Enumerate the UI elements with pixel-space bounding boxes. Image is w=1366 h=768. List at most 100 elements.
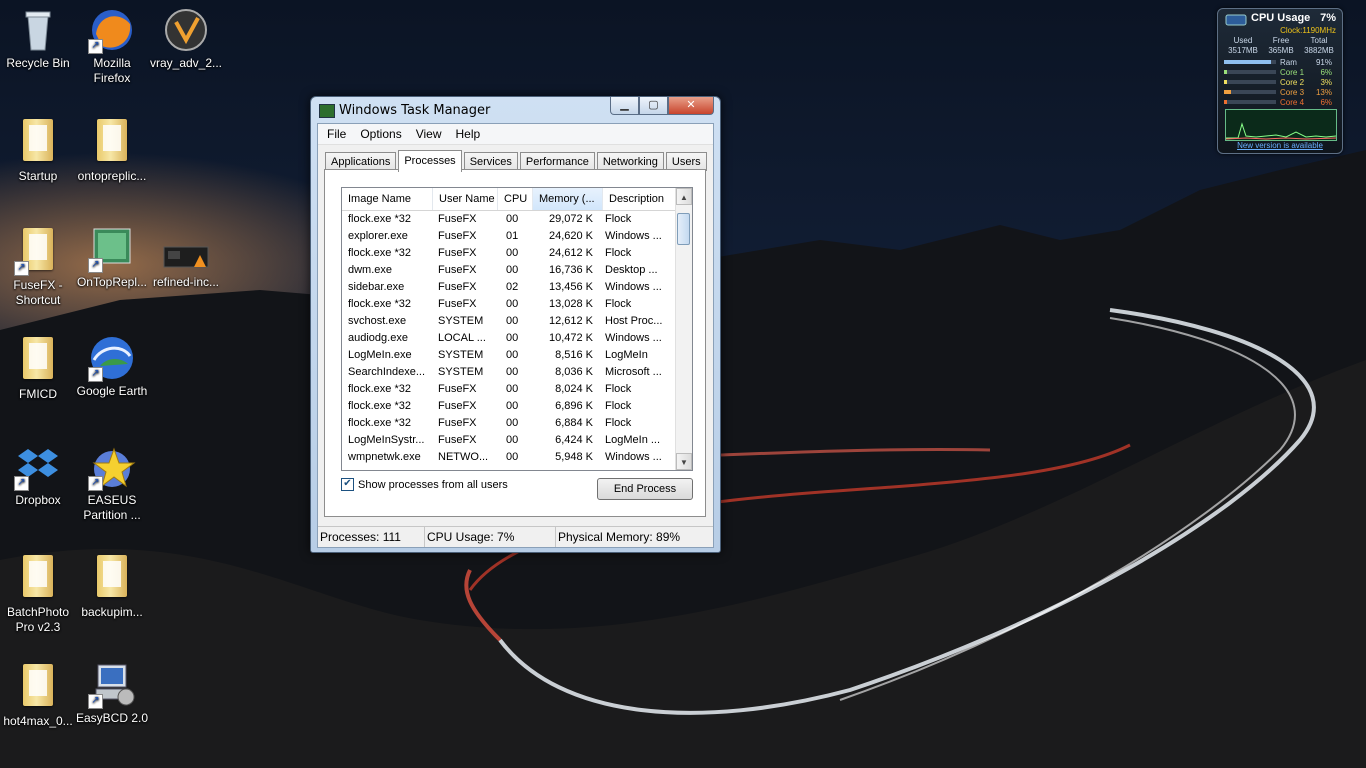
process-cell: wmpnetwk.exe (348, 451, 421, 463)
desktop-icon-backupim[interactable]: backupim... (74, 552, 150, 620)
end-process-button[interactable]: End Process (597, 478, 693, 500)
column-image-name[interactable]: Image Name (342, 188, 433, 210)
process-row[interactable]: flock.exe *32 FuseFX 00 8,024 K Flock (342, 381, 692, 398)
process-row[interactable]: explorer.exe FuseFX 01 24,620 K Windows ... (342, 228, 692, 245)
image-file-icon (162, 225, 210, 273)
desktop-icon-easeus[interactable]: ↗ EASEUS Partition ... (74, 443, 150, 523)
scroll-up-arrow-icon[interactable]: ▲ (676, 188, 692, 205)
desktop-icon-fusefx-shortcut[interactable]: ↗ FuseFX - Shortcut (0, 225, 76, 308)
menu-help[interactable]: Help (449, 124, 488, 144)
desktop-icon-google-earth[interactable]: ↗ Google Earth (74, 334, 150, 399)
vertical-scrollbar[interactable]: ▲ ▼ (675, 188, 692, 470)
meter-fill (1224, 60, 1271, 64)
cpu-usage-gadget[interactable]: CPU Usage 7% Clock:1190MHz Used Free Tot… (1217, 8, 1343, 154)
desktop-icon-ontopreplic[interactable]: ontopreplic... (74, 116, 150, 184)
dropbox-icon: ↗ (14, 443, 62, 491)
minimize-button[interactable]: ▁ (610, 97, 639, 115)
menu-options[interactable]: Options (353, 124, 408, 144)
checkbox-check-icon[interactable]: ✔ (341, 478, 354, 491)
new-version-link[interactable]: New version is available (1218, 141, 1342, 150)
process-cell: FuseFX (438, 281, 477, 293)
folder-shortcut-icon: ↗ (14, 228, 62, 276)
menu-file[interactable]: File (320, 124, 353, 144)
process-row[interactable]: SearchIndexe... SYSTEM 00 8,036 K Microsoft … (342, 364, 692, 381)
process-cell: FuseFX (438, 247, 477, 259)
process-cell: 00 (506, 366, 519, 378)
process-row[interactable]: flock.exe *32 FuseFX 00 13,028 K Flock (342, 296, 692, 313)
desktop-icon-fmicd[interactable]: FMICD (0, 334, 76, 402)
column-cpu[interactable]: CPU (498, 188, 533, 210)
meter-row: Core 2 3% (1224, 77, 1336, 87)
meter-fill (1224, 90, 1231, 94)
desktop-icon-label: backupim... (81, 605, 143, 619)
process-cell: FuseFX (438, 213, 477, 225)
process-cell: LOCAL ... (438, 332, 486, 344)
tab-processes[interactable]: Processes (398, 150, 462, 172)
menu-view[interactable]: View (409, 124, 449, 144)
process-cell: 02 (506, 281, 519, 293)
process-cell: LogMeInSystr... (348, 434, 425, 446)
desktop-icon-easybcd[interactable]: ↗ EasyBCD 2.0 (74, 661, 150, 726)
column-memory[interactable]: Memory (... (533, 188, 603, 210)
title-bar[interactable]: Windows Task Manager ▁ ▢ ✕ (311, 97, 720, 123)
process-cell: SearchIndexe... (348, 366, 426, 378)
mem-value-used: 3517MB (1228, 46, 1258, 55)
meter-value: 6% (1320, 97, 1332, 107)
process-row[interactable]: audiodg.exe LOCAL ... 00 10,472 K Windows ..… (342, 330, 692, 347)
process-row[interactable]: wmpnetwk.exe NETWO... 00 5,948 K Windows ... (342, 449, 692, 466)
desktop-icon-recycle-bin[interactable]: Recycle Bin (0, 6, 76, 71)
process-cell: FuseFX (438, 400, 477, 412)
scroll-thumb[interactable] (677, 213, 690, 245)
desktop-icon-label: hot4max_0... (3, 714, 73, 728)
close-button[interactable]: ✕ (668, 97, 714, 115)
desktop-icon-vray[interactable]: vray_adv_2... (148, 6, 224, 71)
folder-icon (14, 337, 62, 385)
process-cell: 6,896 K (555, 400, 593, 412)
process-row[interactable]: svchost.exe SYSTEM 00 12,612 K Host Proc... (342, 313, 692, 330)
process-cell: Windows ... (605, 281, 662, 293)
process-cell: LogMeIn ... (605, 434, 661, 446)
cpu-history-graph (1225, 109, 1337, 141)
desktop-icon-label: BatchPhoto Pro v2.3 (6, 605, 70, 634)
process-row[interactable]: sidebar.exe FuseFX 02 13,456 K Windows ... (342, 279, 692, 296)
process-row[interactable]: LogMeIn.exe SYSTEM 00 8,516 K LogMeIn (342, 347, 692, 364)
gadget-cpu-percent: 7% (1320, 12, 1336, 24)
process-cell: Flock (605, 213, 632, 225)
process-row[interactable]: LogMeInSystr... FuseFX 00 6,424 K LogMeIn ..… (342, 432, 692, 449)
scroll-down-arrow-icon[interactable]: ▼ (676, 453, 692, 470)
process-cell: flock.exe *32 (348, 400, 411, 412)
process-cell: 00 (506, 417, 519, 429)
vray-icon (162, 6, 210, 54)
process-cell: LogMeIn (605, 349, 648, 361)
maximize-button[interactable]: ▢ (639, 97, 668, 115)
mem-value-total: 3882MB (1304, 46, 1334, 55)
process-cell: 00 (506, 264, 519, 276)
desktop-icon-firefox[interactable]: ↗ Mozilla Firefox (74, 6, 150, 86)
process-list[interactable]: Image Name User Name CPU Memory (... Des… (341, 187, 693, 471)
meter-row: Core 4 6% (1224, 97, 1336, 107)
process-row[interactable]: flock.exe *32 FuseFX 00 29,072 K Flock (342, 211, 692, 228)
task-manager-window[interactable]: Windows Task Manager ▁ ▢ ✕ File Options … (310, 96, 721, 553)
folder-icon (88, 119, 136, 167)
process-cell: Flock (605, 383, 632, 395)
folder-icon (88, 555, 136, 603)
process-row[interactable]: dwm.exe FuseFX 00 16,736 K Desktop ... (342, 262, 692, 279)
process-row[interactable]: flock.exe *32 FuseFX 00 24,612 K Flock (342, 245, 692, 262)
process-cell: 00 (506, 247, 519, 259)
desktop-icon-batchphoto[interactable]: BatchPhoto Pro v2.3 (0, 552, 76, 635)
column-description[interactable]: Description (603, 188, 680, 210)
show-all-users-checkbox[interactable]: ✔ Show processes from all users (341, 478, 508, 491)
desktop-icon-hot4max[interactable]: hot4max_0... (0, 661, 76, 729)
desktop-icon-label: Dropbox (15, 493, 61, 507)
process-cell: 00 (506, 451, 519, 463)
desktop-icon-startup[interactable]: Startup (0, 116, 76, 184)
column-user-name[interactable]: User Name (433, 188, 498, 210)
desktop-icon-refined-inc[interactable]: refined-inc... (148, 225, 224, 290)
process-row[interactable]: flock.exe *32 FuseFX 00 6,884 K Flock (342, 415, 692, 432)
meter-label: Core 3 (1280, 87, 1305, 97)
process-cell: 8,024 K (555, 383, 593, 395)
process-row[interactable]: flock.exe *32 FuseFX 00 6,896 K Flock (342, 398, 692, 415)
desktop-icon-dropbox[interactable]: ↗ Dropbox (0, 443, 76, 508)
desktop-icon-ontoprepl[interactable]: ↗ OnTopRepl... (74, 225, 150, 290)
process-cell: FuseFX (438, 383, 477, 395)
